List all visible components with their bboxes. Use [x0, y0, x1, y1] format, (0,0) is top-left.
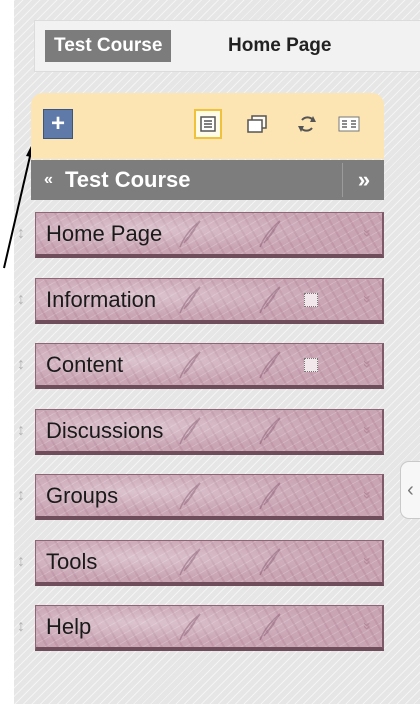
menu-item[interactable]: Home Page » — [35, 212, 384, 258]
collapse-sidebar-icon[interactable]: ‹ — [400, 461, 420, 519]
drag-handle-icon[interactable]: ↕ — [16, 419, 26, 443]
feather-decoration-icon — [259, 548, 281, 576]
menu-item[interactable]: Help » — [35, 605, 384, 651]
menu-item[interactable]: Discussions » — [35, 409, 384, 455]
menu-item-label: Content — [46, 352, 124, 377]
menu-item[interactable]: Content » — [35, 343, 384, 389]
menu-item-label: Discussions — [46, 418, 164, 443]
course-title[interactable]: Test Course — [65, 167, 191, 193]
course-menu-toolbar: + — [31, 93, 384, 159]
drag-handle-icon[interactable]: ↕ — [16, 353, 26, 377]
item-options-chevron-icon[interactable]: » — [360, 295, 376, 303]
item-options-chevron-icon[interactable]: » — [360, 426, 376, 434]
menu-item-label: Help — [46, 614, 92, 639]
empty-content-icon — [304, 293, 318, 307]
item-options-chevron-icon[interactable]: » — [360, 622, 376, 630]
breadcrumb-course[interactable]: Test Course — [45, 30, 172, 62]
feather-decoration-icon — [259, 417, 281, 445]
expand-menu-icon[interactable]: » — [349, 168, 379, 192]
feather-decoration-icon — [179, 482, 201, 510]
feather-decoration-icon — [179, 417, 201, 445]
feather-decoration-icon — [179, 548, 201, 576]
menu-item-label: Home Page — [46, 221, 163, 246]
item-options-chevron-icon[interactable]: » — [360, 360, 376, 368]
feather-decoration-icon — [179, 351, 201, 379]
drag-handle-icon[interactable]: ↕ — [16, 615, 26, 639]
feather-decoration-icon — [179, 613, 201, 641]
grid-view-icon[interactable] — [335, 109, 363, 139]
course-menu-header: « Test Course » — [31, 160, 384, 200]
item-options-chevron-icon[interactable]: » — [360, 229, 376, 237]
breadcrumb-current-page: Home Page — [228, 35, 332, 56]
drag-handle-icon[interactable]: ↕ — [16, 484, 26, 508]
drag-handle-icon[interactable]: ↕ — [16, 550, 26, 574]
breadcrumb: Test Course Home Page — [34, 20, 420, 72]
drag-handle-icon[interactable]: ↕ — [16, 222, 26, 246]
feather-decoration-icon — [259, 351, 281, 379]
menu-item-label: Information — [46, 287, 157, 312]
item-options-chevron-icon[interactable]: » — [360, 557, 376, 565]
menu-item[interactable]: Information » — [35, 278, 384, 324]
feather-decoration-icon — [259, 286, 281, 314]
header-divider — [342, 163, 343, 197]
feather-decoration-icon — [179, 286, 201, 314]
refresh-icon[interactable] — [293, 109, 321, 139]
feather-decoration-icon — [259, 220, 281, 248]
feather-decoration-icon — [259, 482, 281, 510]
item-options-chevron-icon[interactable]: » — [360, 491, 376, 499]
menu-item-label: Tools — [46, 549, 98, 574]
menu-item[interactable]: Groups » — [35, 474, 384, 520]
collapse-up-icon[interactable]: « — [44, 170, 53, 190]
empty-content-icon — [304, 358, 318, 372]
add-menu-item-button[interactable]: + — [43, 109, 73, 139]
window-icon[interactable] — [243, 109, 271, 139]
menu-item-label: Groups — [46, 483, 119, 508]
menu-item[interactable]: Tools » — [35, 540, 384, 586]
drag-handle-icon[interactable]: ↕ — [16, 288, 26, 312]
list-view-icon[interactable] — [194, 109, 222, 139]
feather-decoration-icon — [259, 613, 281, 641]
feather-decoration-icon — [179, 220, 201, 248]
